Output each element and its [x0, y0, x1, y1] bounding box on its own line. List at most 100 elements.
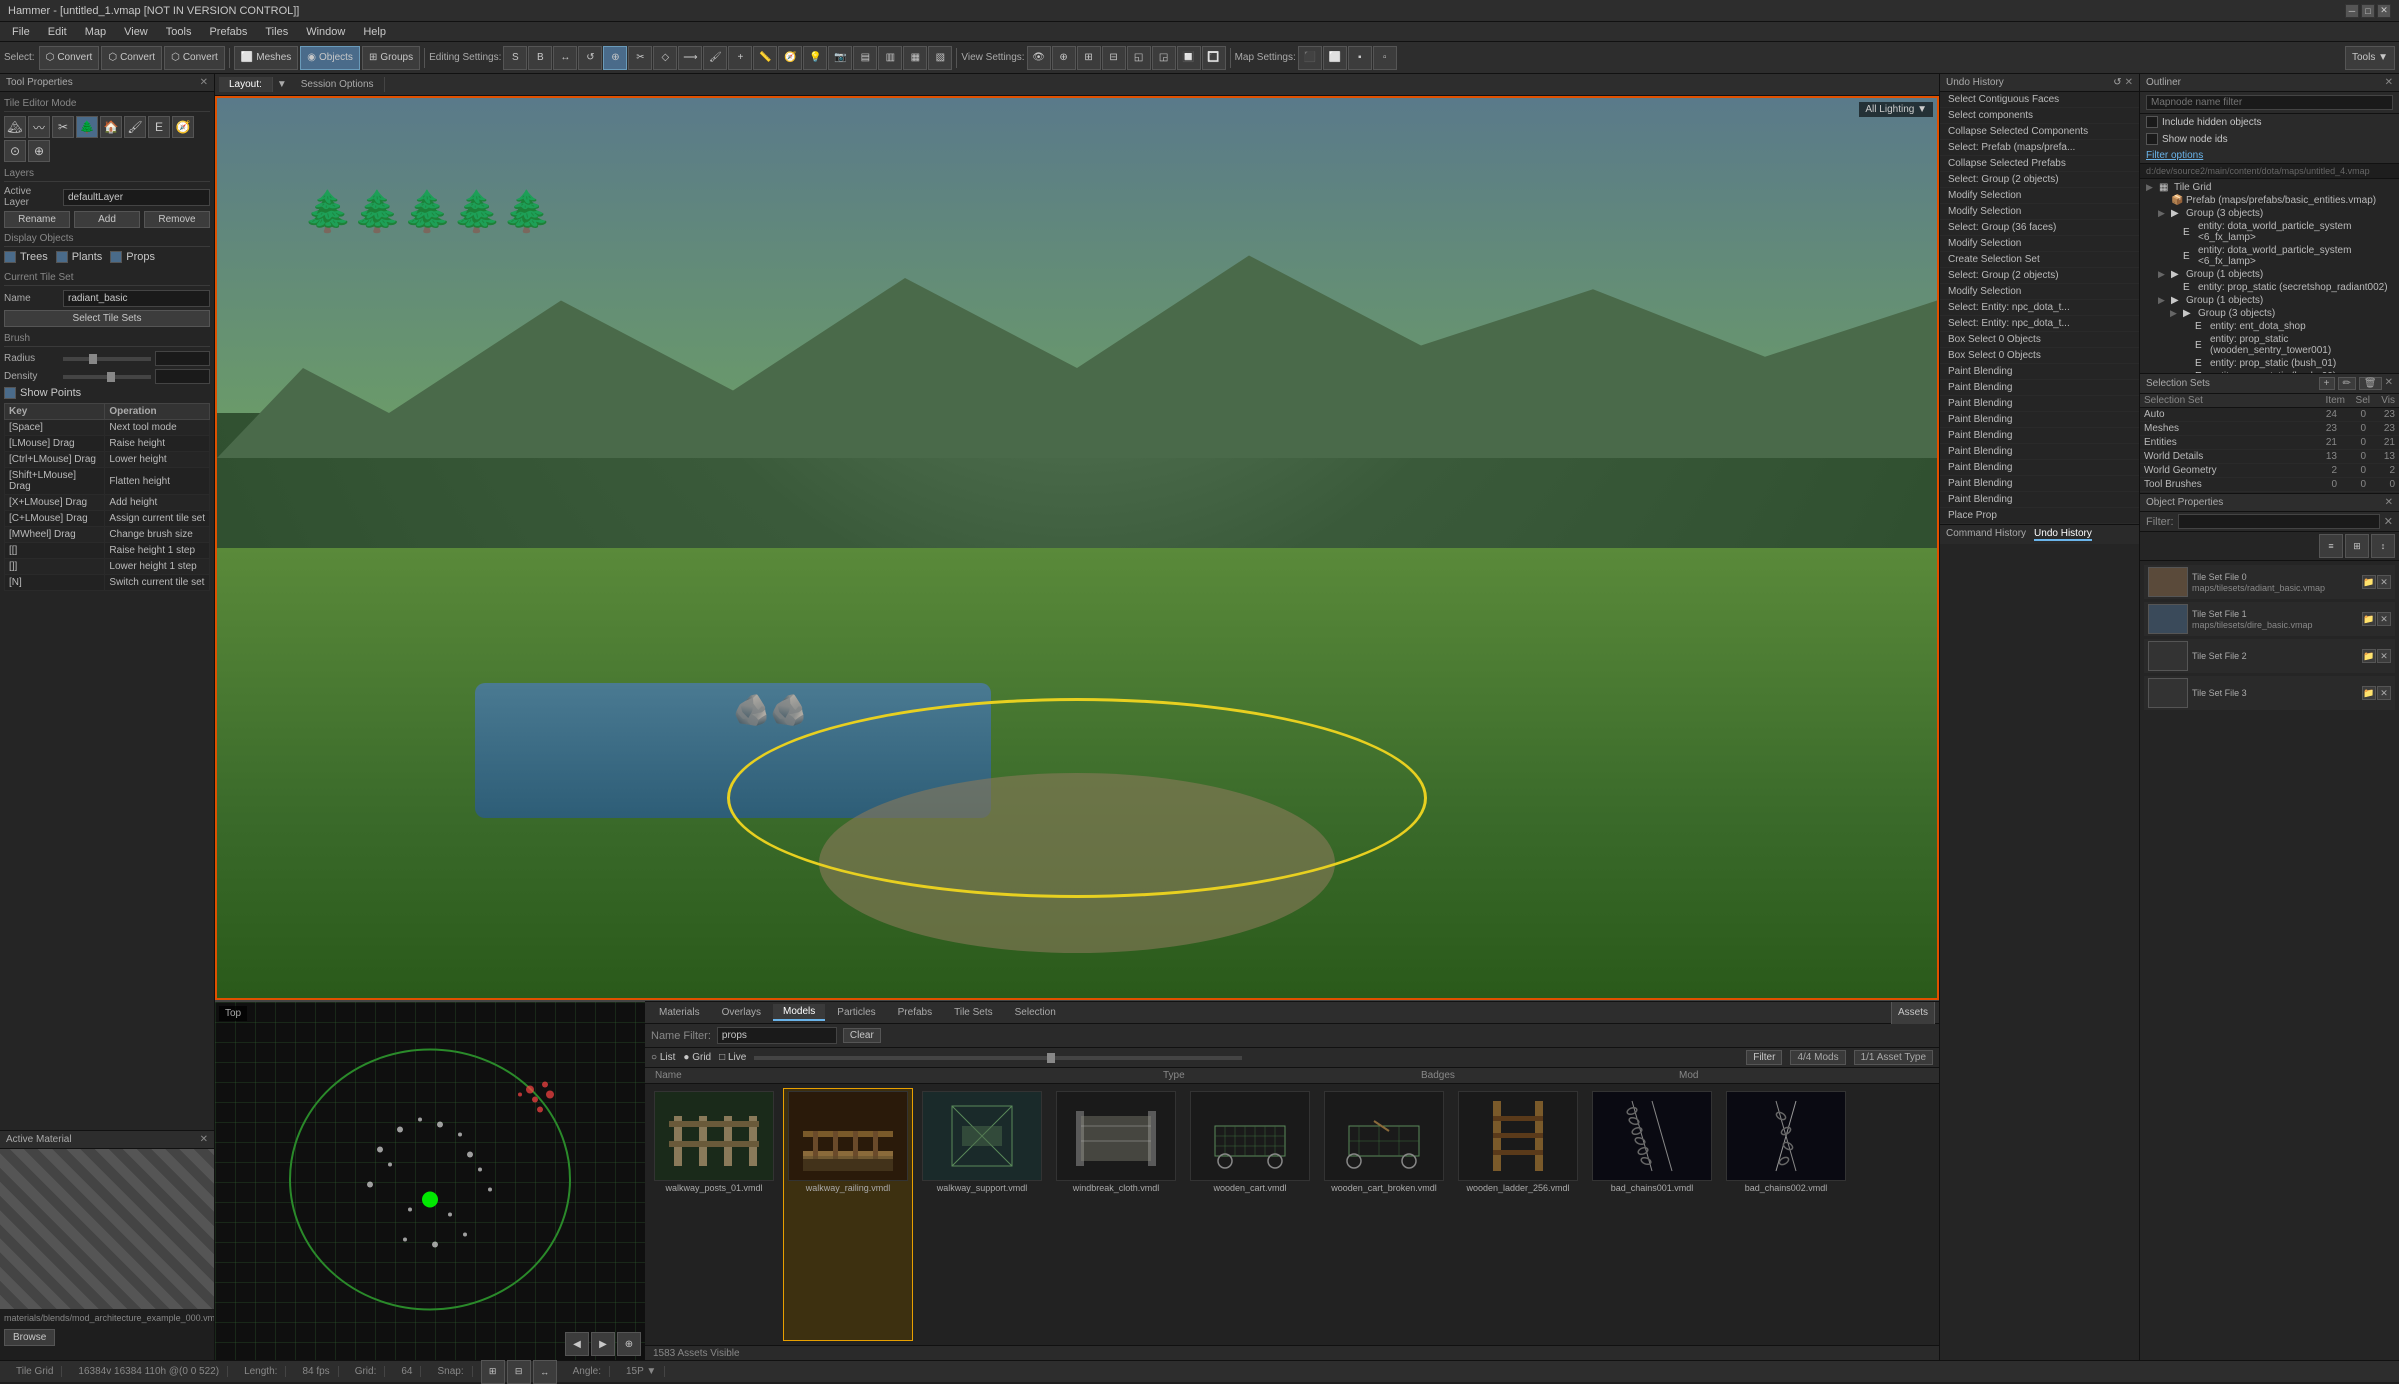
list-radio[interactable]: ○ List — [651, 1052, 675, 1063]
tree-item[interactable]: ▶ ▦ Tile Grid — [2142, 181, 2397, 194]
density-slider[interactable] — [63, 375, 151, 379]
menu-file[interactable]: File — [4, 24, 38, 40]
tool-brush[interactable]: B — [528, 46, 552, 70]
menu-view[interactable]: View — [116, 24, 156, 40]
map-nav-3[interactable]: ⊕ — [617, 1332, 641, 1356]
menu-tiles[interactable]: Tiles — [257, 24, 296, 40]
object-properties-close[interactable]: ✕ — [2385, 497, 2393, 508]
edit-set-icon[interactable]: ✏ — [2338, 377, 2356, 390]
tab-tile-sets[interactable]: Tile Sets — [944, 1005, 1003, 1020]
tool-vertex[interactable]: ◇ — [653, 46, 677, 70]
props-checkbox[interactable] — [110, 251, 122, 263]
tile-tool-terrain[interactable]: 🏔 — [4, 116, 26, 138]
viewport-2d[interactable]: Top ◀ ▶ ⊕ — [215, 1001, 645, 1360]
tab-overlays[interactable]: Overlays — [712, 1005, 771, 1020]
menu-window[interactable]: Window — [298, 24, 353, 40]
filter-options-link[interactable]: Filter options — [2146, 150, 2393, 161]
tileset-dropdown[interactable]: radiant_basic — [63, 290, 210, 307]
tool-light[interactable]: 💡 — [803, 46, 827, 70]
view-tool-7[interactable]: 🔲 — [1177, 46, 1201, 70]
view-tool-8[interactable]: 🔳 — [1202, 46, 1226, 70]
live-checkbox[interactable]: □ Live — [719, 1052, 746, 1063]
rename-layer-btn[interactable]: Rename — [4, 211, 70, 228]
snap-btn-1[interactable]: ⊞ — [481, 1360, 505, 1384]
plants-checkbox[interactable] — [56, 251, 68, 263]
layer-dropdown[interactable]: defaultLayer — [63, 189, 210, 206]
tools-dropdown-btn[interactable]: Tools ▼ — [2345, 46, 2395, 70]
undo-item[interactable]: Paint Blending — [1940, 396, 2139, 412]
tree-item[interactable]: E entity: prop_static (bush_01) — [2142, 357, 2397, 370]
undo-item[interactable]: Create Selection Set — [1940, 252, 2139, 268]
sel-set-item[interactable]: SelectionSet0 1 0 0 — [2140, 492, 2399, 493]
tree-item[interactable]: E entity: prop_static (bush_00) — [2142, 370, 2397, 373]
tool-special3[interactable]: ▦ — [903, 46, 927, 70]
undo-item[interactable]: Modify Selection — [1940, 188, 2139, 204]
tool-clip[interactable]: ✂ — [628, 46, 652, 70]
tool-measure[interactable]: 📏 — [753, 46, 777, 70]
undo-item[interactable]: Paint Blending — [1940, 460, 2139, 476]
view-tool-4[interactable]: ⊟ — [1102, 46, 1126, 70]
tab-prefabs[interactable]: Prefabs — [888, 1005, 942, 1020]
undo-item[interactable]: Select Contiguous Faces — [1940, 92, 2139, 108]
maximize-button[interactable]: □ — [2361, 4, 2375, 18]
zoom-slider[interactable] — [754, 1056, 1242, 1060]
browse-material-btn[interactable]: Browse — [4, 1329, 55, 1346]
convert-button-2[interactable]: ⬡ Convert — [101, 46, 162, 70]
undo-item[interactable]: Select: Entity: npc_dota_t... — [1940, 300, 2139, 316]
filter-clear-icon[interactable]: ✕ — [2384, 515, 2393, 528]
sel-set-item[interactable]: World Details 13 0 13 — [2140, 450, 2399, 464]
asset-filter-input[interactable] — [717, 1027, 837, 1044]
sel-set-item[interactable]: World Geometry 2 0 2 — [2140, 464, 2399, 478]
sel-set-item[interactable]: Tool Brushes 0 0 0 — [2140, 478, 2399, 492]
map-tool-1[interactable]: ⬛ — [1298, 46, 1322, 70]
menu-edit[interactable]: Edit — [40, 24, 75, 40]
tool-paint[interactable]: 🖌 — [703, 46, 727, 70]
tile-tool-blend[interactable]: ⊕ — [28, 140, 50, 162]
tree-item[interactable]: ▶ ▶ Group (3 objects) — [2142, 207, 2397, 220]
delete-set-icon[interactable]: 🗑 — [2359, 377, 2382, 390]
undo-item[interactable]: Paint Blending — [1940, 380, 2139, 396]
angle-value[interactable]: 15P ▼ — [618, 1366, 665, 1377]
undo-item[interactable]: Collapse Selected Prefabs — [1940, 156, 2139, 172]
tree-item[interactable]: ▶ ▶ Group (1 objects) — [2142, 294, 2397, 307]
tree-item[interactable]: E entity: ent_dota_shop — [2142, 320, 2397, 333]
sel-set-item[interactable]: Entities 21 0 21 — [2140, 436, 2399, 450]
view-tool-3[interactable]: ⊞ — [1077, 46, 1101, 70]
obj-prop-view-3[interactable]: ↕ — [2371, 534, 2395, 558]
tile-tool-tree[interactable]: 🌲 — [76, 116, 98, 138]
snap-btn-2[interactable]: ⊟ — [507, 1360, 531, 1384]
convert-button-3[interactable]: ⬡ Convert — [164, 46, 225, 70]
undo-refresh-icon[interactable]: ↺ — [2113, 77, 2121, 88]
tileset-btn-open-3[interactable]: 📁 — [2362, 686, 2376, 700]
undo-item[interactable]: Paint Blending — [1940, 412, 2139, 428]
view-tool-6[interactable]: ◲ — [1152, 46, 1176, 70]
density-input[interactable]: 50.00 — [155, 369, 210, 384]
asset-filter-clear-btn[interactable]: Clear — [843, 1028, 881, 1043]
asset-item-wooden-ladder[interactable]: wooden_ladder_256.vmdl — [1453, 1088, 1583, 1341]
tileset-btn-open-1[interactable]: 📁 — [2362, 612, 2376, 626]
left-panel-close[interactable]: ✕ — [200, 77, 208, 88]
snap-btn-3[interactable]: ↔ — [533, 1360, 557, 1384]
groups-button[interactable]: ⊞ Groups — [362, 46, 420, 70]
cmd-history-tab[interactable]: Command History — [1946, 528, 2026, 541]
tree-item[interactable]: 📦 Prefab (maps/prefabs/basic_entities.vm… — [2142, 194, 2397, 207]
tool-rotate[interactable]: ↺ — [578, 46, 602, 70]
tile-tool-entity[interactable]: E — [148, 116, 170, 138]
undo-panel-close[interactable]: ✕ — [2125, 77, 2133, 88]
view-tool-2[interactable]: ⊕ — [1052, 46, 1076, 70]
undo-item[interactable]: Place Prop — [1940, 508, 2139, 524]
grid-radio[interactable]: ● Grid — [683, 1052, 711, 1063]
assets-btn[interactable]: Assets — [1891, 1001, 1935, 1025]
objects-button[interactable]: ◉ Objects — [300, 46, 360, 70]
undo-item[interactable]: Paint Blending — [1940, 428, 2139, 444]
meshes-button[interactable]: ⬜ Meshes — [234, 46, 298, 70]
obj-prop-view-1[interactable]: ≡ — [2319, 534, 2343, 558]
asset-item-wooden-cart-broken[interactable]: wooden_cart_broken.vmdl — [1319, 1088, 1449, 1341]
add-set-icon[interactable]: + — [2319, 377, 2335, 390]
undo-item[interactable]: Paint Blending — [1940, 364, 2139, 380]
undo-item[interactable]: Modify Selection — [1940, 204, 2139, 220]
include-hidden-checkbox[interactable] — [2146, 116, 2158, 128]
tab-models[interactable]: Models — [773, 1004, 825, 1021]
show-points-checkbox[interactable] — [4, 387, 16, 399]
view-tool-1[interactable]: 👁 — [1027, 46, 1051, 70]
